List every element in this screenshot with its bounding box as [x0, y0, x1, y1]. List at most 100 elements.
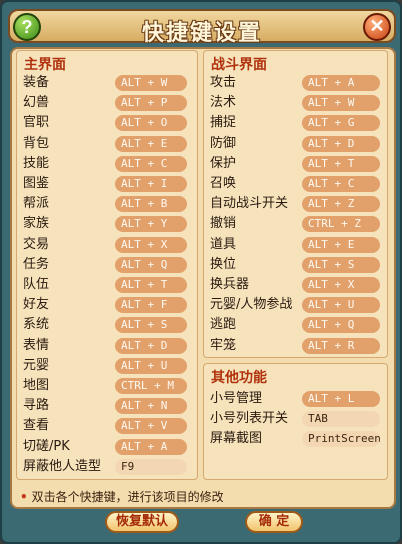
battle-row: 换兵器 ALT + X [210, 277, 380, 293]
battle-action-label: 自动战斗开关 [210, 196, 289, 212]
main-row: 装备 ALT + W [23, 75, 193, 91]
main-shortcut-key[interactable]: ALT + S [115, 317, 187, 334]
battle-action-label: 攻击 [210, 75, 237, 90]
hint-text: • 双击各个快捷键，进行该项目的修改 [20, 488, 224, 505]
main-action-label: 背包 [23, 135, 50, 151]
other-row: 屏幕截图 PrintScreen [210, 431, 380, 447]
main-row: 图鉴 ALT + I [23, 176, 193, 192]
battle-row: 保护 ALT + T [210, 155, 380, 172]
main-shortcut-key[interactable]: ALT + T [115, 277, 187, 293]
main-row: 帮派 ALT + B [23, 196, 193, 213]
title-bar: 快捷键设置 [8, 9, 396, 46]
main-row: 背包 ALT + E [23, 135, 193, 152]
main-row: 幻兽 ALT + P [23, 95, 193, 112]
main-action-label: 帮派 [23, 196, 50, 212]
main-shortcut-key[interactable]: ALT + N [115, 398, 187, 415]
main-action-label: 屏蔽他人造型 [23, 458, 102, 474]
battle-action-label: 牢笼 [210, 337, 237, 353]
battle-shortcut-key[interactable]: ALT + A [302, 75, 380, 91]
battle-action-label: 法术 [210, 95, 237, 111]
battle-row: 法术 ALT + W [210, 95, 380, 112]
main-shortcut-key[interactable]: F9 [115, 458, 187, 475]
main-shortcut-key[interactable]: ALT + P [115, 95, 187, 112]
battle-action-label: 召唤 [210, 176, 237, 191]
other-section-title: 其他功能 [211, 370, 267, 386]
battle-row: 攻击 ALT + A [210, 75, 380, 91]
main-shortcut-key[interactable]: ALT + V [115, 418, 187, 435]
battle-shortcut-key[interactable]: ALT + C [302, 176, 380, 192]
other-shortcut-key[interactable]: PrintScreen [302, 431, 380, 447]
main-row: 任务 ALT + Q [23, 256, 193, 273]
main-shortcut-key[interactable]: ALT + Y [115, 216, 187, 233]
main-shortcut-key[interactable]: ALT + U [115, 357, 187, 374]
main-action-label: 交易 [23, 236, 50, 252]
main-shortcut-key[interactable]: ALT + W [115, 75, 187, 91]
main-action-label: 寻路 [23, 398, 50, 414]
main-shortcut-key[interactable]: ALT + I [115, 176, 187, 192]
main-row: 地图 CTRL + M [23, 378, 193, 394]
battle-shortcut-key[interactable]: ALT + R [302, 337, 380, 354]
main-row: 表情 ALT + D [23, 337, 193, 354]
main-shortcut-key[interactable]: ALT + A [115, 438, 187, 455]
main-shortcut-key[interactable]: ALT + Q [115, 256, 187, 273]
restore-default-button[interactable]: 恢复默认 [105, 511, 179, 533]
main-shortcut-key[interactable]: ALT + F [115, 297, 187, 314]
other-shortcut-key[interactable]: TAB [302, 411, 380, 427]
main-action-label: 任务 [23, 256, 50, 272]
main-action-label: 好友 [23, 297, 50, 313]
battle-row: 逃跑 ALT + Q [210, 317, 380, 334]
main-shortcut-key[interactable]: ALT + B [115, 196, 187, 213]
battle-shortcut-key[interactable]: ALT + Z [302, 196, 380, 213]
battle-shortcut-key[interactable]: ALT + X [302, 277, 380, 293]
battle-section-title: 战斗界面 [211, 57, 267, 73]
main-shortcut-key[interactable]: ALT + X [115, 236, 187, 253]
close-icon[interactable]: ✕ [363, 13, 391, 41]
battle-action-label: 道具 [210, 236, 237, 252]
main-shortcut-key[interactable]: CTRL + M [115, 378, 187, 394]
battle-action-label: 换兵器 [210, 277, 250, 292]
main-action-label: 技能 [23, 155, 50, 171]
main-shortcut-key[interactable]: ALT + E [115, 135, 187, 152]
main-shortcut-key[interactable]: ALT + C [115, 155, 187, 172]
battle-action-label: 保护 [210, 155, 237, 171]
battle-row: 道具 ALT + E [210, 236, 380, 253]
battle-action-label: 捕捉 [210, 115, 237, 131]
main-action-label: 地图 [23, 378, 50, 393]
main-row: 系统 ALT + S [23, 317, 193, 334]
battle-shortcut-key[interactable]: ALT + Q [302, 317, 380, 334]
battle-row: 自动战斗开关 ALT + Z [210, 196, 380, 213]
battle-action-label: 撤销 [210, 216, 237, 232]
window-title: 快捷键设置 [141, 21, 262, 46]
hint-bullet: • [20, 490, 28, 504]
confirm-button[interactable]: 确 定 [245, 511, 303, 533]
other-shortcut-key[interactable]: ALT + L [302, 391, 380, 407]
help-icon[interactable]: ? [13, 13, 41, 41]
battle-shortcut-key[interactable]: ALT + S [302, 256, 380, 273]
battle-shortcut-key[interactable]: ALT + D [302, 135, 380, 152]
battle-shortcut-key[interactable]: ALT + W [302, 95, 380, 112]
battle-shortcut-key[interactable]: ALT + T [302, 155, 380, 172]
main-row: 队伍 ALT + T [23, 277, 193, 293]
main-row: 寻路 ALT + N [23, 398, 193, 415]
battle-shortcut-key[interactable]: ALT + U [302, 297, 380, 314]
battle-shortcut-key[interactable]: CTRL + Z [302, 216, 380, 233]
main-shortcut-key[interactable]: ALT + D [115, 337, 187, 354]
battle-shortcut-key[interactable]: ALT + G [302, 115, 380, 132]
main-row: 交易 ALT + X [23, 236, 193, 253]
battle-shortcut-key[interactable]: ALT + E [302, 236, 380, 253]
other-action-label: 小号管理 [210, 391, 263, 406]
battle-action-label: 元婴/人物参战 [210, 297, 293, 313]
battle-row: 元婴/人物参战 ALT + U [210, 297, 380, 314]
main-action-label: 表情 [23, 337, 50, 353]
battle-row: 撤销 CTRL + Z [210, 216, 380, 233]
battle-row: 换位 ALT + S [210, 256, 380, 273]
main-row: 切磋/PK ALT + A [23, 438, 193, 455]
main-row: 查看 ALT + V [23, 418, 193, 435]
main-shortcut-key[interactable]: ALT + O [115, 115, 187, 132]
main-row: 家族 ALT + Y [23, 216, 193, 233]
main-row: 好友 ALT + F [23, 297, 193, 314]
battle-action-label: 逃跑 [210, 317, 237, 333]
main-action-label: 切磋/PK [23, 438, 70, 454]
battle-row: 牢笼 ALT + R [210, 337, 380, 354]
main-action-label: 官职 [23, 115, 50, 131]
